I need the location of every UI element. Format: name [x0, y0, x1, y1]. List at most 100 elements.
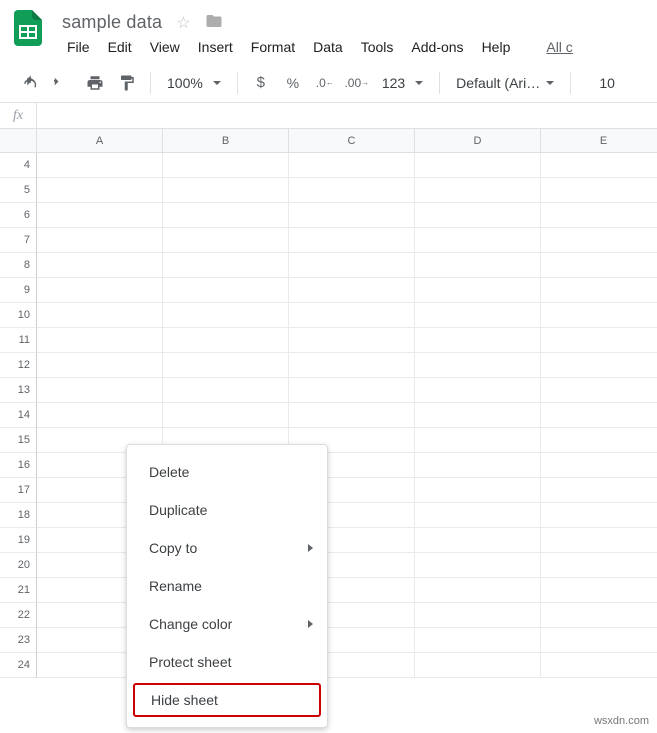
cell[interactable] — [415, 553, 541, 578]
document-title[interactable]: sample data — [62, 12, 162, 33]
col-header[interactable]: B — [163, 129, 289, 153]
print-icon[interactable] — [82, 69, 108, 97]
folder-icon[interactable] — [205, 12, 223, 33]
menu-view[interactable]: View — [141, 35, 189, 59]
col-header[interactable]: A — [37, 129, 163, 153]
cell[interactable] — [415, 403, 541, 428]
menu-addons[interactable]: Add-ons — [402, 35, 472, 59]
cell[interactable] — [163, 378, 289, 403]
menu-file[interactable]: File — [58, 35, 99, 59]
cell[interactable] — [289, 278, 415, 303]
row-header[interactable]: 11 — [0, 328, 37, 353]
row-header[interactable]: 24 — [0, 653, 37, 678]
row-header[interactable]: 7 — [0, 228, 37, 253]
cell[interactable] — [415, 378, 541, 403]
star-icon[interactable]: ☆ — [176, 13, 190, 33]
row-header[interactable]: 16 — [0, 453, 37, 478]
cell[interactable] — [37, 403, 163, 428]
cell[interactable] — [415, 253, 541, 278]
menu-insert[interactable]: Insert — [189, 35, 242, 59]
context-menu-hide-sheet[interactable]: Hide sheet — [133, 683, 321, 717]
row-header[interactable]: 23 — [0, 628, 37, 653]
cell[interactable] — [541, 253, 657, 278]
redo-icon[interactable] — [50, 69, 76, 97]
cell[interactable] — [163, 278, 289, 303]
row-header[interactable]: 15 — [0, 428, 37, 453]
cell[interactable] — [415, 178, 541, 203]
cell[interactable] — [37, 328, 163, 353]
cell[interactable] — [37, 253, 163, 278]
font-select[interactable]: Default (Ari… — [450, 75, 560, 91]
cell[interactable] — [415, 578, 541, 603]
cell[interactable] — [163, 153, 289, 178]
col-header[interactable]: C — [289, 129, 415, 153]
cell[interactable] — [289, 253, 415, 278]
row-header[interactable]: 21 — [0, 578, 37, 603]
cell[interactable] — [541, 578, 657, 603]
cell[interactable] — [415, 478, 541, 503]
cell[interactable] — [289, 203, 415, 228]
row-header[interactable]: 4 — [0, 153, 37, 178]
cell[interactable] — [415, 653, 541, 678]
cell[interactable] — [415, 603, 541, 628]
cell[interactable] — [289, 228, 415, 253]
row-header[interactable]: 9 — [0, 278, 37, 303]
cell[interactable] — [541, 428, 657, 453]
cell[interactable] — [415, 628, 541, 653]
paint-format-icon[interactable] — [114, 69, 140, 97]
menu-help[interactable]: Help — [473, 35, 520, 59]
context-menu-protect-sheet[interactable]: Protect sheet — [127, 643, 327, 681]
context-menu-delete[interactable]: Delete — [127, 453, 327, 491]
cell[interactable] — [541, 353, 657, 378]
row-header[interactable]: 20 — [0, 553, 37, 578]
undo-icon[interactable] — [18, 69, 44, 97]
cell[interactable] — [289, 403, 415, 428]
number-format-select[interactable]: 123 — [376, 75, 429, 91]
cell[interactable] — [37, 278, 163, 303]
cell[interactable] — [163, 303, 289, 328]
row-header[interactable]: 12 — [0, 353, 37, 378]
cell[interactable] — [415, 528, 541, 553]
cell[interactable] — [541, 503, 657, 528]
cell[interactable] — [541, 453, 657, 478]
cell[interactable] — [37, 378, 163, 403]
cell[interactable] — [541, 328, 657, 353]
cell[interactable] — [37, 303, 163, 328]
cell[interactable] — [541, 528, 657, 553]
currency-icon[interactable]: $ — [248, 69, 274, 97]
menu-format[interactable]: Format — [242, 35, 304, 59]
font-size-input[interactable]: 10 — [587, 75, 627, 91]
row-header[interactable]: 19 — [0, 528, 37, 553]
percent-icon[interactable]: % — [280, 69, 306, 97]
cell[interactable] — [289, 353, 415, 378]
cell[interactable] — [289, 178, 415, 203]
cell[interactable] — [37, 228, 163, 253]
cell[interactable] — [289, 153, 415, 178]
menu-tools[interactable]: Tools — [352, 35, 403, 59]
cell[interactable] — [415, 328, 541, 353]
cell[interactable] — [415, 153, 541, 178]
cell[interactable] — [163, 328, 289, 353]
row-header[interactable]: 18 — [0, 503, 37, 528]
cell[interactable] — [541, 403, 657, 428]
col-header[interactable]: E — [541, 129, 657, 153]
select-all-corner[interactable] — [0, 129, 37, 153]
cell[interactable] — [415, 278, 541, 303]
col-header[interactable]: D — [415, 129, 541, 153]
cell[interactable] — [541, 378, 657, 403]
row-header[interactable]: 6 — [0, 203, 37, 228]
cell[interactable] — [541, 178, 657, 203]
cell[interactable] — [163, 178, 289, 203]
row-header[interactable]: 5 — [0, 178, 37, 203]
row-header[interactable]: 13 — [0, 378, 37, 403]
cell[interactable] — [37, 203, 163, 228]
cell[interactable] — [541, 653, 657, 678]
cell[interactable] — [163, 253, 289, 278]
cell[interactable] — [163, 203, 289, 228]
cell[interactable] — [163, 353, 289, 378]
row-header[interactable]: 14 — [0, 403, 37, 428]
increase-decimal-icon[interactable]: .00→ — [344, 69, 370, 97]
row-header[interactable]: 22 — [0, 603, 37, 628]
row-header[interactable]: 8 — [0, 253, 37, 278]
formula-input[interactable] — [36, 103, 657, 128]
